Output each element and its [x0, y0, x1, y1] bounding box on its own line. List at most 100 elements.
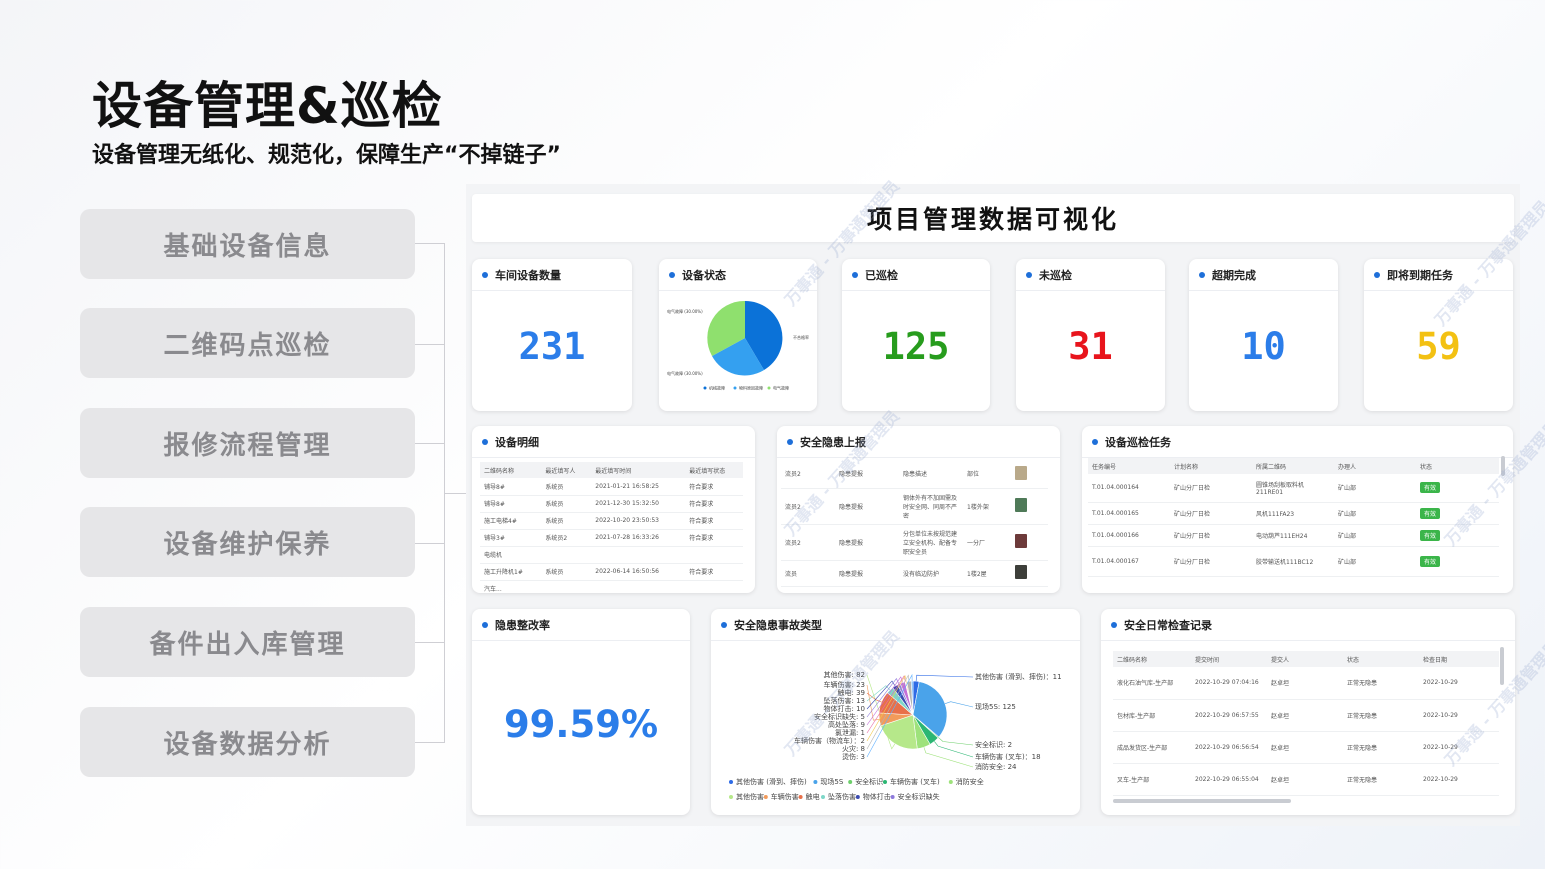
- menu-connector-out: [445, 493, 467, 494]
- table-row[interactable]: 铺导8# 系统员 2021-12-30 15:32:50 符合要求: [480, 495, 743, 513]
- table-row[interactable]: T.01.04.000164 矿山分厂日检 圆锥场刮板取料机211RE01 矿山部 有效: [1088, 474, 1499, 503]
- card-label: 隐患整改率: [495, 618, 550, 632]
- table-row[interactable]: 流员2 隐患提报 钢体外有不加固需及时安全网、同周不严密 1楼外架: [781, 488, 1048, 525]
- column-header: 二维码名称: [1113, 651, 1191, 667]
- photo-thumbnail[interactable]: [1015, 565, 1027, 579]
- daily-check-card[interactable]: 安全日常检查记录 二维码名称 提交时间 提交人 状态 检查日期 液化石油气库-生…: [1101, 609, 1515, 815]
- table-row[interactable]: 流员2 隐患提报 分包单位未按规范建立安全机构、配备专职安全员 一分厂: [781, 524, 1048, 561]
- table-cell: 电动葫芦111EH24: [1252, 524, 1334, 547]
- legend-label: 机械故障: [709, 385, 725, 391]
- photo-thumbnail[interactable]: [1015, 534, 1027, 548]
- menu-item-repair-flow[interactable]: 报修流程管理: [80, 408, 415, 478]
- menu-item-maintenance[interactable]: 设备维护保养: [80, 507, 415, 577]
- stat-card-device-count[interactable]: 车间设备数量 231: [472, 259, 632, 411]
- table-cell: 2022-10-29: [1419, 699, 1499, 732]
- stat-card-not-patrolled[interactable]: 未巡检 31: [1016, 259, 1165, 411]
- stat-card-patrolled[interactable]: 已巡检 125: [842, 259, 990, 411]
- legend-label: 电气故障: [773, 385, 789, 391]
- status-text: 符合要求: [685, 478, 743, 496]
- stat-card-overdue[interactable]: 超期完成 10: [1189, 259, 1338, 411]
- table-row[interactable]: T.01.04.000165 矿山分厂日检 风机111FA23 矿山部 有效: [1088, 502, 1499, 525]
- table-row[interactable]: 成品发货区-生产部 2022-10-29 06:56:54 赵卓坦 正常无隐患 2022…: [1113, 731, 1499, 764]
- table-row[interactable]: 液化石油气库-生产部 2022-10-29 07:04:16 赵卓坦 正常无隐患 202…: [1113, 667, 1499, 700]
- accident-type-card[interactable]: 安全隐患事故类型 其他伤害 (滑到、摔伤)：11 现场5S: 125 安全标识: 2…: [711, 609, 1080, 815]
- pie-label: 消防安全: 24: [975, 762, 1017, 771]
- legend-label[interactable]: 其他伤害: [736, 792, 764, 801]
- legend-label[interactable]: 车辆伤害: [771, 792, 799, 801]
- table-row[interactable]: T.01.04.000166 矿山分厂日检 电动葫芦111EH24 矿山部 有效: [1088, 524, 1499, 547]
- table-row[interactable]: 施工升降机1# 系统员 2022-06-14 16:50:56 符合要求: [480, 563, 743, 581]
- table-cell: 隐患提报: [835, 460, 899, 489]
- vertical-scrollbar[interactable]: [1500, 647, 1504, 685]
- status-badge: 有效: [1420, 529, 1441, 541]
- menu-connector-tick: [415, 443, 445, 444]
- dashboard-title: 项目管理数据可视化: [472, 194, 1514, 242]
- status-text: 正常无隐患: [1343, 667, 1419, 700]
- photo-thumbnail[interactable]: [1015, 498, 1027, 512]
- patrol-task-card[interactable]: 设备巡检任务 任务编号 计划名称 所属二维码 办理人 状态 T.01.04.00…: [1082, 426, 1513, 593]
- table-cell: [591, 546, 686, 564]
- device-status-card[interactable]: 设备状态 电气故障 (30.00%) 不合格率 电气故障 (30.00%) 机械…: [659, 259, 817, 411]
- legend-label[interactable]: 其他伤害 (滑到、摔伤): [736, 777, 807, 786]
- table-header: 二维码名称 最近填写人 最近填写时间 最近填写状态: [480, 462, 743, 478]
- table-row[interactable]: 电缆机: [480, 546, 743, 564]
- pie-label: 车辆伤害 (叉车)：18: [975, 752, 1041, 761]
- legend-label[interactable]: 现场5S: [820, 777, 843, 786]
- stat-value: 59: [1416, 325, 1461, 368]
- table-row[interactable]: 流员 隐患提报 没有临边防护 1楼2屋: [781, 560, 1048, 587]
- legend-label[interactable]: 消防安全: [956, 777, 984, 786]
- patrol-task-table: 任务编号 计划名称 所属二维码 办理人 状态 T.01.04.000164 矿山分…: [1088, 458, 1499, 577]
- menu-item-spare-parts[interactable]: 备件出入库管理: [80, 607, 415, 677]
- card-label: 安全隐患事故类型: [734, 618, 822, 632]
- legend-label[interactable]: 安全标识: [855, 777, 883, 786]
- table-cell: 赵卓坦: [1267, 731, 1343, 764]
- menu-item-qr-patrol[interactable]: 二维码点巡检: [80, 308, 415, 378]
- table-cell: 2022-10-29 06:55:04: [1191, 763, 1267, 796]
- table-row[interactable]: 施工电梯4# 系统员 2022-10-20 23:50:53 符合要求: [480, 512, 743, 530]
- status-text: [685, 580, 743, 593]
- bullet-icon: [669, 271, 675, 278]
- horizontal-scrollbar[interactable]: [1113, 799, 1291, 803]
- table-row[interactable]: 汽车...: [480, 580, 743, 593]
- legend-label[interactable]: 触电: [806, 792, 820, 801]
- table-row[interactable]: 流员2 隐患提报 隐患描述 部位: [781, 460, 1048, 489]
- menu-connector-tick: [415, 543, 445, 544]
- device-detail-card[interactable]: 设备明细 二维码名称 最近填写人 最近填写时间 最近填写状态 铺导8# 系统员 20…: [472, 426, 755, 593]
- table-cell: 2022-10-29 07:04:16: [1191, 667, 1267, 700]
- rectification-rate-card[interactable]: 隐患整改率 99.59%: [472, 609, 690, 815]
- table-cell: 2022-10-29: [1419, 731, 1499, 764]
- bullet-icon: [1111, 621, 1117, 628]
- table-cell: 2022-10-29: [1419, 667, 1499, 700]
- table-cell: [591, 580, 686, 593]
- legend-swatch: [883, 780, 887, 784]
- table-cell: 系统员: [541, 478, 592, 496]
- status-text: 符合要求: [685, 512, 743, 530]
- stat-label: 超期完成: [1212, 268, 1256, 282]
- vertical-scrollbar[interactable]: [1501, 456, 1505, 476]
- table-cell: 2022-10-29: [1419, 763, 1499, 796]
- hazard-report-card[interactable]: 安全隐患上报 流员2 隐患提报 隐患描述 部位 流员2 隐患提报 钢体外有不加固…: [777, 426, 1060, 593]
- stat-card-due-soon[interactable]: 即将到期任务 59: [1364, 259, 1513, 411]
- legend-label[interactable]: 坠落伤害: [828, 792, 856, 801]
- table-row[interactable]: 铺导3# 系统员2 2021-07-28 16:33:26 符合要求: [480, 529, 743, 547]
- photo-thumbnail[interactable]: [1015, 465, 1027, 480]
- stat-label: 未巡检: [1039, 268, 1072, 282]
- pie-label: 车辆伤害（物流车）：2: [794, 736, 865, 745]
- legend-swatch: [798, 795, 803, 799]
- table-row[interactable]: 铺导8# 系统员 2021-01-21 16:58:25 符合要求: [480, 478, 743, 496]
- menu-item-data-analysis[interactable]: 设备数据分析: [80, 707, 415, 777]
- card-label: 设备明细: [495, 435, 539, 449]
- table-cell: 矿山分厂日检: [1170, 524, 1252, 547]
- status-badge: 有效: [1420, 507, 1441, 519]
- table-row[interactable]: 包材库-生产部 2022-10-29 06:57:55 赵卓坦 正常无隐患 2022-1…: [1113, 699, 1499, 732]
- table-cell: 系统员2: [541, 529, 592, 547]
- menu-item-basic-info[interactable]: 基础设备信息: [80, 209, 415, 279]
- legend-label[interactable]: 车辆伤害 (叉车): [890, 777, 940, 786]
- pie-label: 其他伤害 (滑到、摔伤)：11: [975, 672, 1062, 681]
- table-row[interactable]: 叉车-生产部 2022-10-29 06:55:04 赵卓坦 正常无隐患 2022-10…: [1113, 763, 1499, 796]
- legend-label[interactable]: 安全标识缺失: [898, 792, 940, 801]
- table-cell: 流员2: [781, 488, 835, 525]
- legend-label[interactable]: 物体打击: [863, 792, 891, 801]
- table-row[interactable]: T.01.04.000167 矿山分厂日检 胶带输送机111BC12 矿山部 有效: [1088, 546, 1499, 577]
- pie-label: 不合格率: [793, 334, 809, 340]
